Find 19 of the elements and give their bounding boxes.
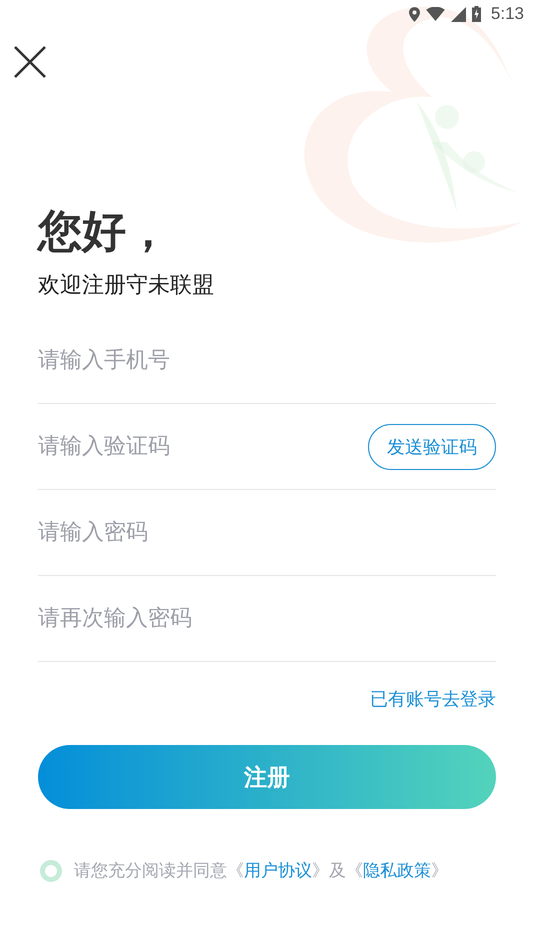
greeting-heading: 您好， <box>38 205 170 259</box>
agreement-text: 请您充分阅读并同意《用户协议》及《隐私政策》 <box>74 860 448 882</box>
send-code-button[interactable]: 发送验证码 <box>368 424 496 470</box>
input-field[interactable]: 请输入手机号 <box>38 340 318 380</box>
agreement-link[interactable]: 隐私政策 <box>363 861 431 881</box>
close-icon[interactable] <box>13 45 47 79</box>
welcome-text: 欢迎注册守未联盟 <box>38 272 214 300</box>
login-link[interactable]: 已有账号去登录 <box>370 687 496 711</box>
input-field[interactable]: 请输入验证码 <box>38 426 318 466</box>
wifi-icon <box>426 7 445 21</box>
register-button[interactable]: 注册 <box>38 745 496 809</box>
input-field[interactable]: 请再次输入密码 <box>38 598 318 638</box>
location-icon <box>408 6 420 22</box>
signal-icon <box>450 6 466 22</box>
agreement-link[interactable]: 用户协议 <box>244 861 312 881</box>
battery-icon <box>472 6 481 22</box>
status-time: 5:13 <box>490 4 524 24</box>
input-field[interactable]: 请输入密码 <box>38 512 318 552</box>
agree-radio[interactable] <box>40 860 62 882</box>
